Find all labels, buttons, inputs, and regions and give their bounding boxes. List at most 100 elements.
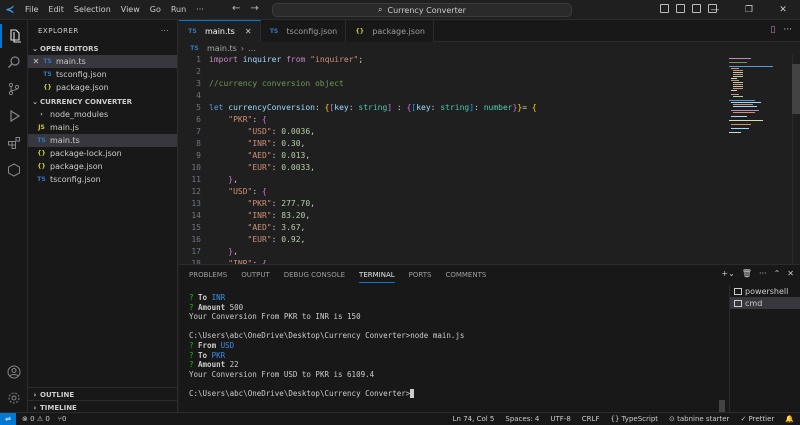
menu-bar: File Edit Selection View Go Run ···	[20, 5, 209, 14]
toggle-sidebar-icon[interactable]	[660, 4, 669, 13]
line-number: 6	[196, 115, 201, 124]
indentation[interactable]: Spaces: 4	[505, 415, 539, 423]
remote-icon[interactable]: ⇌	[0, 412, 16, 425]
remote-explorer-icon[interactable]	[0, 158, 28, 182]
run-debug-icon[interactable]	[0, 104, 28, 128]
file-tree-item[interactable]: JS main.js	[28, 121, 177, 134]
encoding[interactable]: UTF-8	[550, 415, 570, 423]
tab-package-json[interactable]: {} package.json	[346, 20, 434, 42]
menu-view[interactable]: View	[116, 5, 145, 14]
line-number: 2	[196, 67, 201, 76]
file-tree-item[interactable]: TS tsconfig.json	[28, 173, 177, 186]
terminal-scrollbar-thumb[interactable]	[719, 400, 725, 412]
open-editor-item[interactable]: TS tsconfig.json	[28, 68, 177, 81]
terminal-name: powershell	[745, 286, 789, 296]
forward-arrow-icon[interactable]: →	[250, 3, 268, 14]
menu-file[interactable]: File	[20, 5, 43, 14]
chevron-right-icon: ›	[40, 111, 43, 118]
language-mode[interactable]: {} TypeScript	[610, 415, 658, 423]
restore-icon[interactable]: ❐	[732, 0, 766, 20]
menu-more[interactable]: ···	[191, 5, 209, 14]
title-bar: ≺ File Edit Selection View Go Run ··· ←→…	[0, 0, 800, 20]
tab-terminal[interactable]: TERMINAL	[359, 271, 395, 283]
back-arrow-icon[interactable]: ←	[232, 3, 250, 14]
close-icon[interactable]: ✕	[30, 57, 42, 66]
menu-selection[interactable]: Selection	[69, 5, 116, 14]
tab-comments[interactable]: COMMENTS	[445, 271, 486, 279]
scrollbar-thumb[interactable]	[792, 64, 800, 114]
terminal-output[interactable]: ? To INR? Amount 500 Your Conversion From…	[189, 293, 729, 399]
more-actions-icon[interactable]: ···	[759, 269, 767, 278]
trash-icon[interactable]: 🗑	[742, 269, 752, 278]
tab-debug-console[interactable]: DEBUG CONSOLE	[284, 271, 345, 279]
file-label: node_modules	[50, 110, 109, 119]
minimap[interactable]	[729, 54, 787, 264]
tab-problems[interactable]: PROBLEMS	[189, 271, 227, 279]
ports-status[interactable]: ⑂0	[58, 415, 67, 423]
code-editor[interactable]: 1 import inquirer from "inquirer"; 2 3//c…	[179, 54, 800, 264]
tab-ports[interactable]: PORTS	[409, 271, 432, 279]
menu-run[interactable]: Run	[166, 5, 191, 14]
terminal-line: ? To PKR	[189, 350, 226, 360]
more-actions-icon[interactable]: ···	[783, 25, 792, 35]
code-line: 3//currency conversion object	[179, 78, 719, 90]
chevron-right-icon: ›	[33, 403, 37, 412]
more-actions-icon[interactable]: ···	[161, 27, 169, 35]
status-left: ⊗ 0 ⚠ 0 ⑂0	[16, 415, 66, 423]
tab-main-ts[interactable]: TS main.ts ✕	[179, 20, 261, 42]
tab-tsconfig-json[interactable]: TS tsconfig.json	[260, 20, 347, 42]
tab-label: package.json	[372, 26, 425, 36]
json-file-icon: {}	[37, 150, 46, 157]
close-icon[interactable]: ✕	[245, 27, 252, 36]
explorer-title: EXPLORER	[38, 27, 79, 35]
extensions-icon[interactable]	[0, 131, 28, 155]
file-tree-item[interactable]: {} package.json	[28, 160, 177, 173]
settings-gear-icon[interactable]	[0, 386, 28, 410]
prettier-status[interactable]: ✓ Prettier	[740, 415, 774, 423]
line-number: 14	[191, 211, 201, 220]
line-number: 12	[191, 187, 201, 196]
split-editor-icon[interactable]: ▯	[770, 25, 775, 35]
minimize-icon[interactable]: —	[698, 0, 732, 20]
terminal-name: cmd	[745, 298, 763, 308]
terminal-item-powershell[interactable]: powershell	[730, 285, 800, 297]
typescript-file-icon: TS	[269, 27, 279, 35]
account-icon[interactable]	[0, 360, 28, 384]
cursor-position[interactable]: Ln 74, Col 5	[453, 415, 495, 423]
menu-edit[interactable]: Edit	[43, 5, 69, 14]
json-file-icon: {}	[43, 84, 52, 91]
problems-status[interactable]: ⊗ 0 ⚠ 0	[22, 415, 50, 423]
source-control-icon[interactable]	[0, 77, 28, 101]
status-right: Ln 74, Col 5 Spaces: 4 UTF-8 CRLF {} Typ…	[453, 415, 794, 423]
new-terminal-icon[interactable]: +⌄	[721, 269, 734, 278]
open-editors-section[interactable]: ⌄ OPEN EDITORS	[28, 42, 177, 55]
maximize-panel-icon[interactable]: ⌃	[774, 269, 781, 278]
line-endings[interactable]: CRLF	[582, 415, 600, 423]
json-file-icon: {}	[37, 163, 46, 170]
notifications-icon[interactable]: 🔔	[785, 415, 794, 423]
explorer-icon[interactable]	[0, 24, 28, 48]
command-center[interactable]: ⌕ Currency Converter	[272, 3, 572, 17]
close-window-icon[interactable]: ✕	[766, 0, 800, 20]
breadcrumb-file[interactable]: main.ts	[207, 44, 237, 53]
editor-scrollbar[interactable]	[792, 54, 800, 264]
toggle-panel-icon[interactable]	[676, 4, 685, 13]
breadcrumb-more[interactable]: ...	[248, 44, 256, 53]
outline-section[interactable]: › OUTLINE	[28, 387, 178, 401]
tabnine-status[interactable]: ⊙ tabnine starter	[669, 415, 729, 423]
chevron-right-icon: ›	[33, 390, 37, 399]
terminal-line: Your Conversion From PKR to INR is 150	[189, 312, 361, 322]
file-tree-item[interactable]: › node_modules	[28, 108, 177, 121]
file-tree-item[interactable]: TS main.ts	[28, 134, 177, 147]
terminal-item-cmd[interactable]: cmd	[730, 297, 800, 309]
open-editor-item[interactable]: ✕ TS main.ts	[28, 55, 177, 68]
project-section[interactable]: ⌄ CURRENCY CONVERTER	[28, 95, 177, 108]
open-editor-item[interactable]: {} package.json	[28, 81, 177, 94]
error-icon: ⊗	[22, 415, 28, 423]
search-icon[interactable]	[0, 50, 28, 74]
file-tree-item[interactable]: {} package-lock.json	[28, 147, 177, 160]
menu-go[interactable]: Go	[145, 5, 166, 14]
tab-output[interactable]: OUTPUT	[241, 271, 270, 279]
terminal-line: Your Conversion From USD to PKR is 6109.…	[189, 369, 375, 379]
close-icon[interactable]: ✕	[787, 269, 794, 278]
